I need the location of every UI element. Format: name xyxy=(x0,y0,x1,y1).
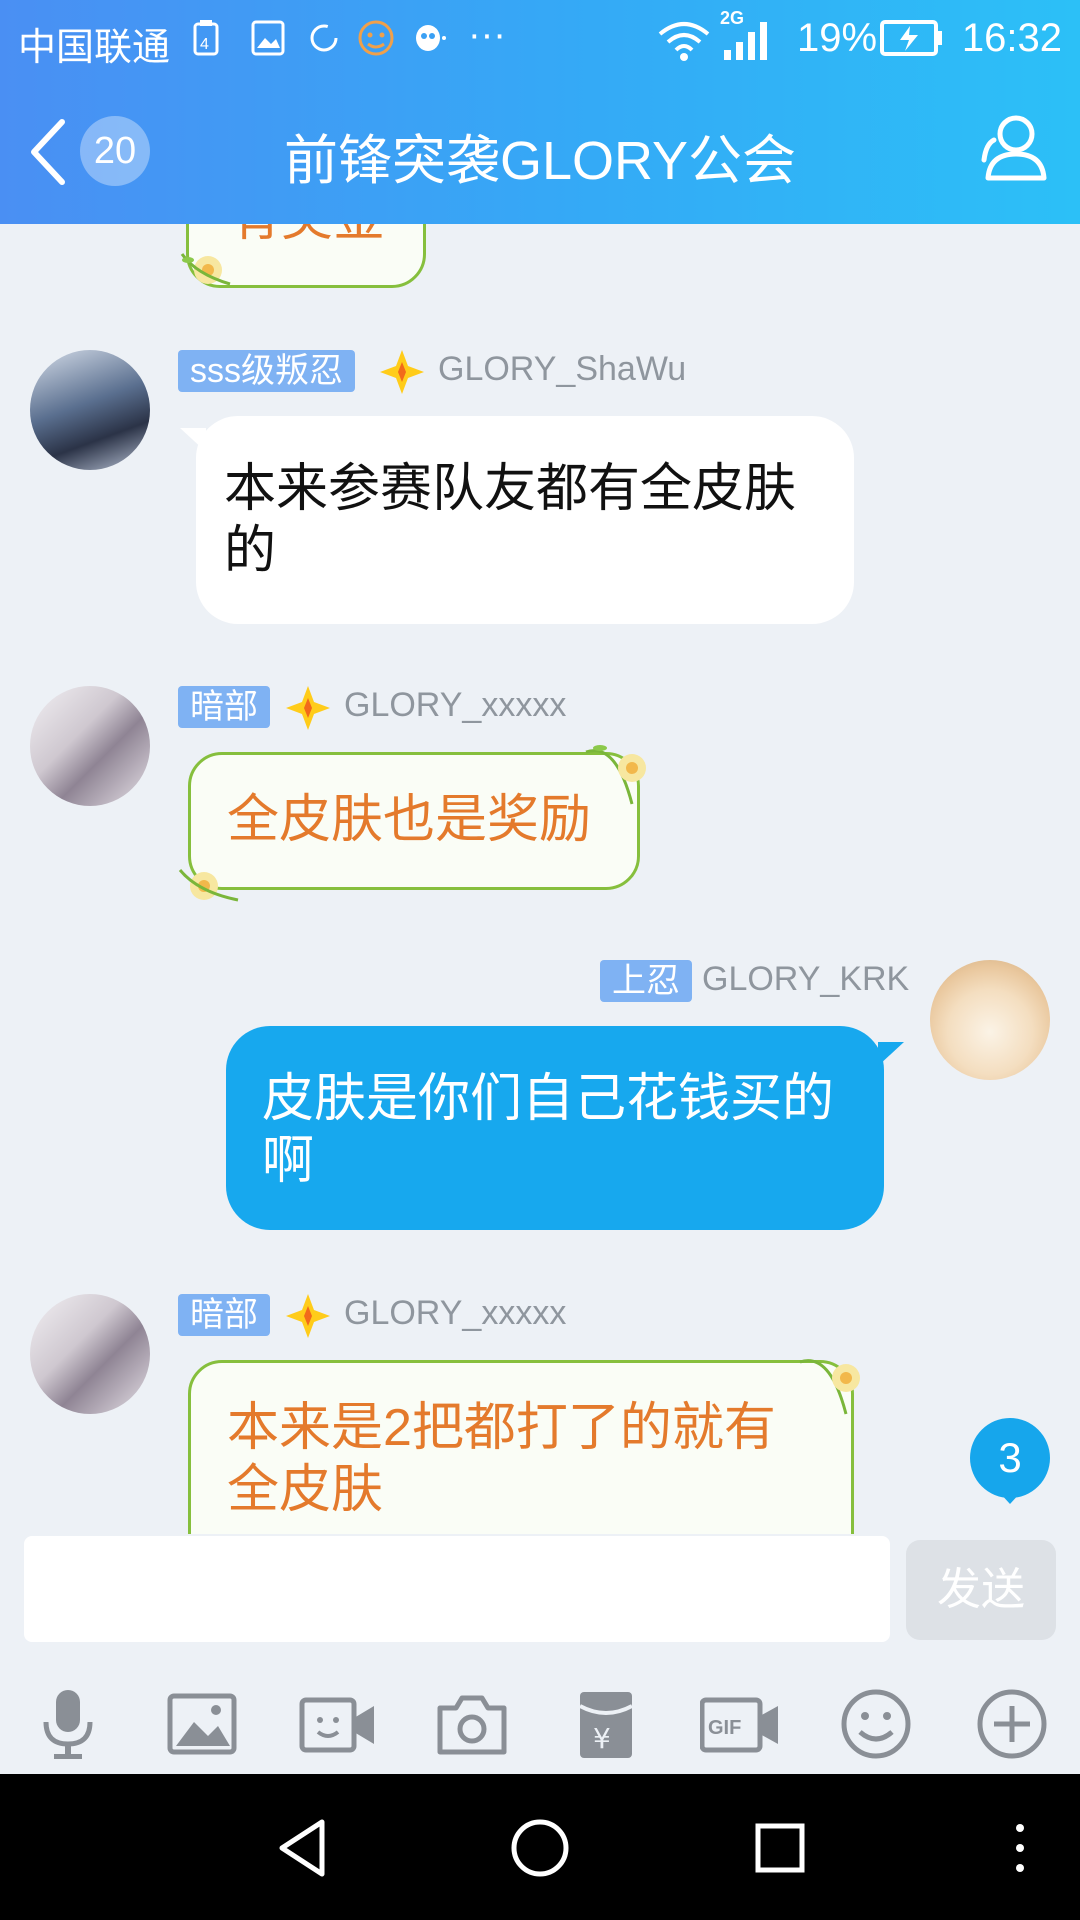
bubble-tail xyxy=(180,428,206,452)
message-text: 本来参赛队友都有全皮肤的 xyxy=(224,460,797,580)
status-bar: 中国联通 4 ··· 2G 19% 16:32 xyxy=(0,0,1080,80)
flower-decoration-icon xyxy=(180,253,231,286)
sender-name[interactable]: GLORY_KRK xyxy=(702,960,909,999)
message-text: 皮肤是你们自己花钱买的啊 xyxy=(262,1070,835,1190)
message-text: 全皮肤也是奖励 xyxy=(227,791,592,849)
flower-decoration-icon xyxy=(178,869,239,902)
clock: 16:32 xyxy=(961,16,1062,60)
home-circle-icon[interactable] xyxy=(508,1816,572,1880)
count-bubble-tail xyxy=(999,1492,1021,1504)
new-message-count[interactable]: 3 xyxy=(970,1418,1050,1498)
image-icon xyxy=(251,20,285,56)
sender-name[interactable]: GLORY_xxxxx xyxy=(344,1294,566,1333)
bubble-tail xyxy=(878,1042,904,1066)
page-title: 前锋突袭GLORY公会 xyxy=(283,131,797,191)
avatar[interactable] xyxy=(930,960,1050,1080)
emoji-notify-icon xyxy=(358,20,394,56)
level-star-icon xyxy=(286,1294,330,1338)
avatar[interactable] xyxy=(30,1294,150,1414)
send-button[interactable]: 发送 xyxy=(906,1540,1056,1640)
header: 中国联通 4 ··· 2G 19% 16:32 20 前锋突袭GLORY公会 xyxy=(0,0,1080,224)
level-star-icon xyxy=(286,686,330,730)
member-title-badge: sss级叛忍 xyxy=(178,350,355,392)
message-input[interactable] xyxy=(24,1536,890,1642)
sender-name[interactable]: GLORY_ShaWu xyxy=(438,350,686,389)
message-text: 本来是2把都打了的就有全皮肤 xyxy=(227,1399,776,1519)
menu-dots-icon[interactable] xyxy=(1004,1816,1036,1880)
group-members-icon[interactable] xyxy=(976,110,1052,186)
member-title-badge: 暗部 xyxy=(178,686,270,728)
emoji-icon[interactable] xyxy=(836,1684,916,1764)
flower-decoration-icon xyxy=(799,1359,860,1415)
more-notifications: ··· xyxy=(468,14,506,56)
qq-icon xyxy=(416,25,446,51)
avatar[interactable] xyxy=(30,686,150,806)
plus-icon[interactable] xyxy=(972,1684,1052,1764)
system-nav-bar xyxy=(0,1774,1080,1920)
svg-text:GIF: GIF xyxy=(708,1717,741,1739)
svg-text:4: 4 xyxy=(200,36,209,53)
level-star-icon xyxy=(380,350,424,394)
battery-percent: 19% xyxy=(797,16,878,60)
member-title-badge: 上忍 xyxy=(600,960,692,1002)
message-bubble[interactable]: 本来是2把都打了的就有全皮肤 xyxy=(188,1360,854,1534)
sender-name[interactable]: GLORY_xxxxx xyxy=(344,686,566,725)
battery-charging-icon xyxy=(880,20,942,56)
chat-area[interactable]: 有奖金 sss级叛忍 GLORY_ShaWu 本来参赛队友都有全皮肤的 暗部 G… xyxy=(0,224,1080,1534)
member-title-badge: 暗部 xyxy=(178,1294,270,1336)
input-bar: 发送 xyxy=(0,1534,1080,1664)
image-icon[interactable] xyxy=(162,1684,242,1764)
message-text: 有奖金 xyxy=(229,224,385,249)
red-packet-icon[interactable]: ¥ xyxy=(566,1684,646,1764)
message-bubble[interactable]: 全皮肤也是奖励 xyxy=(188,752,640,890)
video-call-icon[interactable] xyxy=(298,1684,378,1764)
camera-icon[interactable] xyxy=(432,1684,512,1764)
sync-icon xyxy=(310,24,338,52)
title-bar: 20 前锋突袭GLORY公会 xyxy=(0,80,1080,224)
message-bubble[interactable]: 皮肤是你们自己花钱买的啊 xyxy=(226,1026,884,1230)
back-triangle-icon[interactable] xyxy=(272,1816,336,1880)
gif-icon[interactable]: GIF xyxy=(700,1684,780,1764)
microphone-icon[interactable] xyxy=(28,1684,108,1764)
message-bubble[interactable]: 本来参赛队友都有全皮肤的 xyxy=(196,416,854,624)
avatar[interactable] xyxy=(30,350,150,470)
sim-alert-icon: 4 xyxy=(193,20,219,56)
chat-toolbar: ¥ GIF xyxy=(0,1664,1080,1774)
carrier-name: 中国联通 xyxy=(18,27,171,69)
recents-square-icon[interactable] xyxy=(748,1816,812,1880)
flower-decoration-icon xyxy=(585,745,646,805)
svg-text:¥: ¥ xyxy=(593,1722,611,1755)
signal-icon xyxy=(724,22,767,60)
wifi-icon xyxy=(658,22,710,61)
